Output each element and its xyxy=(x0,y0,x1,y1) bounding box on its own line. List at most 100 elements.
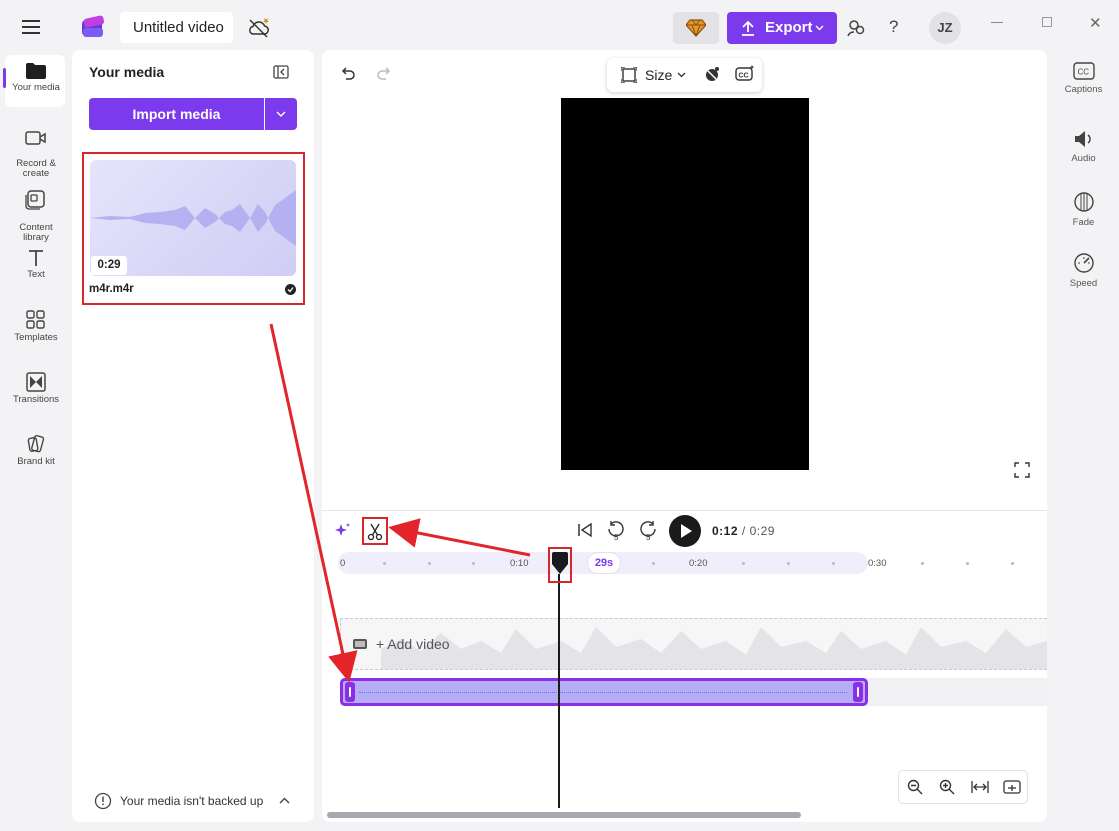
maximize-icon[interactable] xyxy=(1042,17,1052,27)
duration-badge: 0:29 xyxy=(91,256,127,275)
rail-label: Audio xyxy=(1071,153,1096,164)
folder-icon xyxy=(26,63,46,79)
rail-item-record-create[interactable]: Record & create xyxy=(4,120,68,179)
tick-dot xyxy=(966,562,969,565)
film-icon xyxy=(353,639,367,649)
playhead-icon xyxy=(552,552,568,574)
import-options-button[interactable] xyxy=(265,98,297,130)
rail-item-captions[interactable]: CC Captions xyxy=(1056,62,1111,95)
playhead-line[interactable] xyxy=(558,574,560,808)
import-media-button[interactable]: Import media xyxy=(89,98,264,130)
checkmark-icon xyxy=(285,284,296,295)
undo-icon[interactable] xyxy=(340,65,356,81)
zoom-in-icon[interactable] xyxy=(939,779,955,795)
total-time: 0:29 xyxy=(749,524,775,538)
info-icon xyxy=(94,792,112,810)
export-button[interactable]: Export xyxy=(727,12,837,44)
preview-toolbar: Size CC xyxy=(607,58,762,92)
media-file-name: m4r.m4r xyxy=(89,283,134,295)
zoom-controls xyxy=(898,770,1028,804)
rail-item-text[interactable]: Text xyxy=(4,249,68,280)
chevron-up-icon[interactable] xyxy=(279,797,290,804)
rail-label: Transitions xyxy=(12,394,60,405)
fit-to-width-icon[interactable] xyxy=(971,779,989,795)
tick-dot xyxy=(742,562,745,565)
brand-kit-icon xyxy=(27,434,45,453)
export-label: Export xyxy=(765,19,813,36)
play-button[interactable] xyxy=(669,515,701,547)
rail-label: Captions xyxy=(1064,84,1103,95)
collapse-panel-icon[interactable] xyxy=(273,65,289,79)
rail-label: Speed xyxy=(1069,278,1098,289)
rail-item-fade[interactable]: Fade xyxy=(1056,191,1111,228)
playback-time: 0:12 / 0:29 xyxy=(712,524,775,538)
svg-text:CC: CC xyxy=(739,73,749,80)
split-button[interactable] xyxy=(362,517,388,545)
upload-icon xyxy=(742,20,754,36)
rail-item-brand-kit[interactable]: Brand kit xyxy=(4,434,68,467)
chevron-down-icon xyxy=(815,25,824,31)
aspect-ratio-icon[interactable] xyxy=(621,67,637,83)
rail-label: Text xyxy=(27,269,45,280)
audio-clip[interactable] xyxy=(340,678,868,706)
tick-dot xyxy=(652,562,655,565)
library-icon xyxy=(25,190,45,210)
rewind-5-icon[interactable]: 5 xyxy=(606,520,626,542)
play-icon xyxy=(681,524,692,538)
rail-item-your-media[interactable]: Your media xyxy=(4,62,68,93)
forward-5-icon[interactable]: 5 xyxy=(638,520,658,542)
tick-label: 0:20 xyxy=(689,558,708,569)
minimize-icon[interactable] xyxy=(991,22,1003,23)
help-button[interactable]: ? xyxy=(889,17,898,37)
skip-to-start-icon[interactable] xyxy=(577,522,593,538)
svg-text:CC: CC xyxy=(1077,68,1089,77)
rail-item-templates[interactable]: Templates xyxy=(4,310,68,343)
menu-icon[interactable] xyxy=(22,18,42,36)
video-canvas[interactable] xyxy=(561,98,809,470)
chevron-down-icon xyxy=(677,72,686,78)
size-button[interactable]: Size xyxy=(645,67,672,83)
trim-handle-right[interactable] xyxy=(853,682,863,702)
trim-handle-left[interactable] xyxy=(345,682,355,702)
redo-icon[interactable] xyxy=(376,65,392,81)
video-camera-icon xyxy=(25,131,46,145)
playhead-highlight[interactable] xyxy=(548,547,572,583)
rail-item-transitions[interactable]: Transitions xyxy=(4,372,68,405)
fullscreen-icon[interactable] xyxy=(1014,462,1030,478)
chevron-down-icon xyxy=(276,111,286,117)
app-logo-icon xyxy=(80,14,106,40)
tick-label: 0:10 xyxy=(510,558,529,569)
text-icon xyxy=(29,250,43,266)
tick-dot xyxy=(472,562,475,565)
tick-dot xyxy=(428,562,431,565)
tick-label: 0 xyxy=(340,558,346,569)
backup-text: Your media isn't backed up xyxy=(120,794,264,808)
tick-dot xyxy=(383,562,386,565)
rail-label: Templates xyxy=(14,332,58,343)
rail-item-audio[interactable]: Audio xyxy=(1056,129,1111,164)
tick-dot xyxy=(921,562,924,565)
rail-item-content-library[interactable]: Content library xyxy=(4,180,68,243)
project-title-field[interactable]: Untitled video xyxy=(120,12,233,43)
add-video-track[interactable]: + Add video xyxy=(340,618,1047,670)
avatar[interactable]: JZ xyxy=(929,12,961,44)
timeline-scrollbar[interactable] xyxy=(327,812,801,818)
svg-text:5: 5 xyxy=(614,533,619,542)
zoom-out-icon[interactable] xyxy=(907,779,923,795)
cloud-off-icon[interactable] xyxy=(247,17,271,39)
collaborate-icon[interactable] xyxy=(847,18,867,38)
backup-status[interactable]: Your media isn't backed up xyxy=(94,792,294,812)
background-remover-icon[interactable] xyxy=(703,66,721,83)
ai-sparkle-icon[interactable] xyxy=(335,522,351,538)
rail-label: Content library xyxy=(19,222,53,243)
time-separator: / xyxy=(741,524,746,538)
tick-dot xyxy=(787,562,790,565)
rail-label: Brand kit xyxy=(17,456,55,467)
premium-button[interactable] xyxy=(673,12,719,44)
tick-label: 0:30 xyxy=(868,558,887,569)
media-panel-title: Your media xyxy=(89,64,165,80)
timeline-view-icon[interactable] xyxy=(1003,779,1021,795)
rail-item-speed[interactable]: Speed xyxy=(1056,252,1111,289)
auto-captions-icon[interactable]: CC xyxy=(735,65,755,83)
close-icon[interactable]: ✕ xyxy=(1089,14,1102,32)
